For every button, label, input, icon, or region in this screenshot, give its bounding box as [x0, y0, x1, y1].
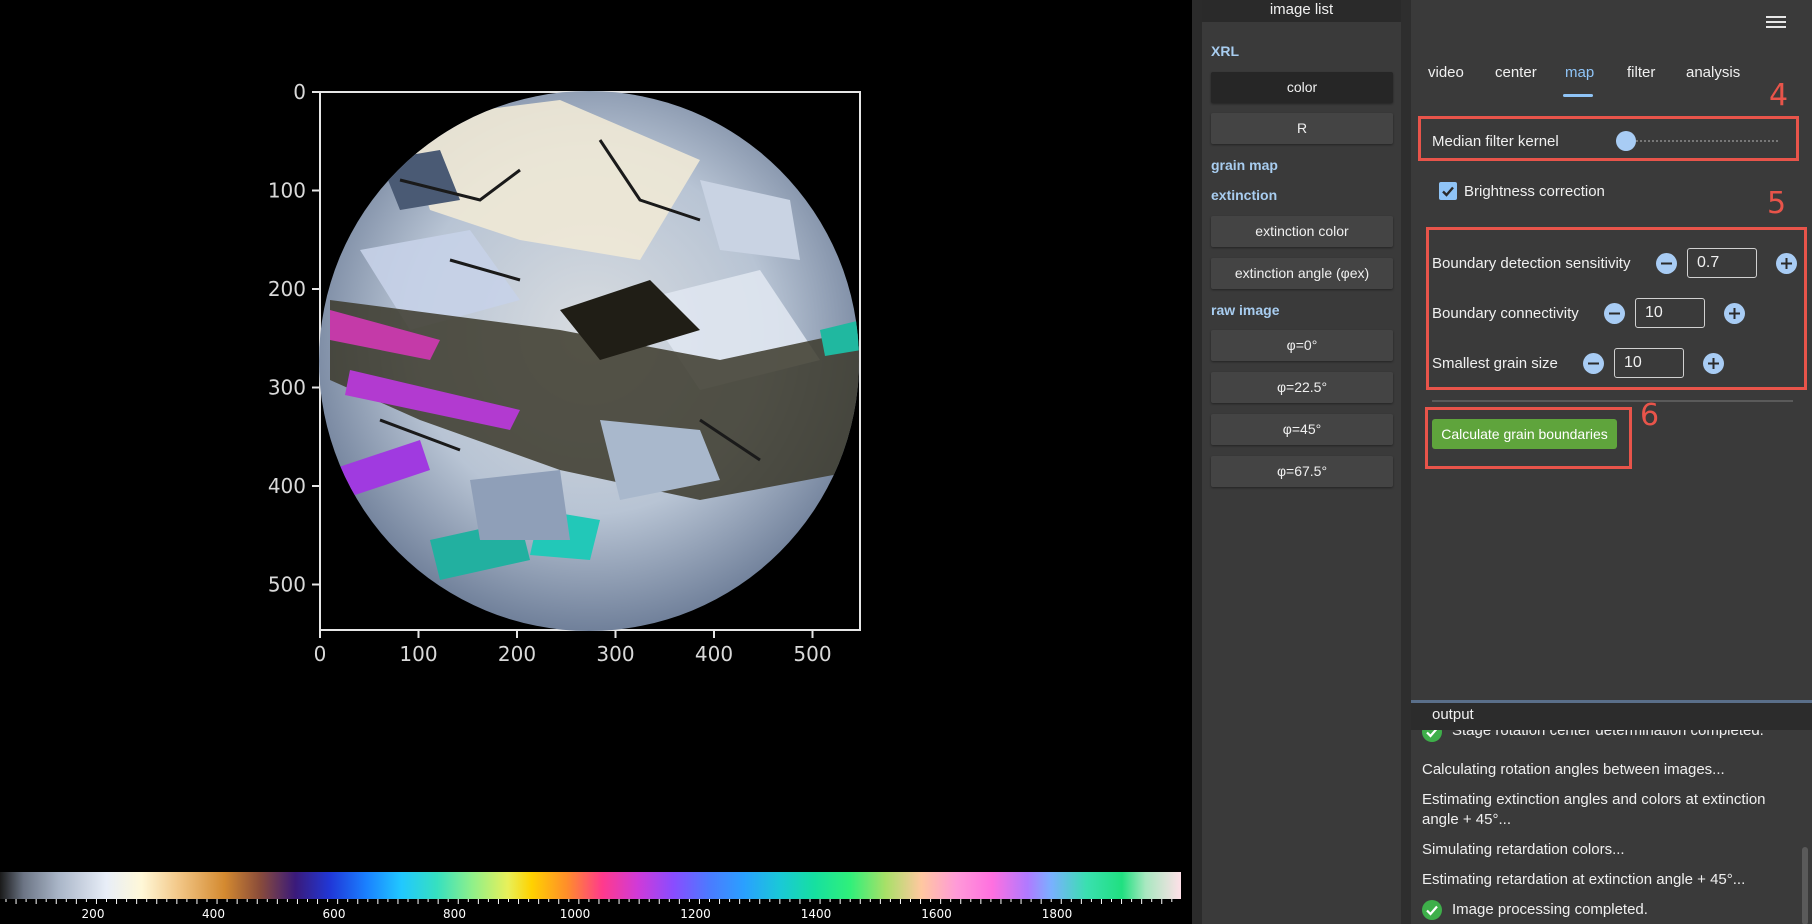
y-tick-label: 100 — [268, 179, 306, 203]
hamburger-menu-icon[interactable] — [1766, 16, 1786, 30]
minus-icon — [1609, 312, 1620, 315]
calculate-grain-boundaries-button[interactable]: Calculate grain boundaries — [1432, 419, 1617, 449]
brightness-correction-checkbox[interactable] — [1439, 182, 1457, 200]
colorbar-tick-label: 600 — [323, 907, 346, 921]
retardation-colorbar — [0, 872, 1181, 899]
list-button-extinction-color[interactable]: extinction color — [1211, 216, 1393, 247]
connectivity-decrement-button[interactable] — [1604, 303, 1625, 324]
image-list-header: image list — [1202, 0, 1401, 22]
median-filter-slider-track[interactable] — [1616, 140, 1778, 142]
y-tick-label: 0 — [293, 80, 306, 104]
y-tick-label: 300 — [268, 376, 306, 400]
tab-bar: video center map filter analysis — [1411, 52, 1812, 97]
group-label-grain-map[interactable]: grain map — [1202, 157, 1278, 173]
log-line: Estimating retardation at extinction ang… — [1422, 871, 1746, 888]
colorbar-tick-label: 1400 — [801, 907, 832, 921]
x-tick-label: 500 — [793, 642, 831, 666]
group-label-extinction: extinction — [1211, 187, 1278, 203]
output-log[interactable]: Stage rotation center determination comp… — [1411, 730, 1796, 924]
sensitivity-label: Boundary detection sensitivity — [1432, 255, 1631, 272]
minus-icon — [1588, 362, 1599, 365]
grain-size-input[interactable]: 10 — [1614, 348, 1684, 378]
tab-map[interactable]: map — [1565, 64, 1594, 81]
checkmark-icon — [1442, 186, 1454, 197]
grain-size-decrement-button[interactable] — [1583, 353, 1604, 374]
section-divider — [1432, 400, 1793, 402]
sensitivity-input[interactable]: 0.7 — [1687, 248, 1757, 278]
x-tick-label: 100 — [399, 642, 437, 666]
log-line: Simulating retardation colors... — [1422, 841, 1625, 858]
list-button-phi-0[interactable]: φ=0° — [1211, 330, 1393, 361]
connectivity-increment-button[interactable] — [1724, 303, 1745, 324]
connectivity-input[interactable]: 10 — [1635, 298, 1705, 328]
x-tick-label: 400 — [695, 642, 733, 666]
output-header: output — [1411, 703, 1812, 730]
x-tick-label: 0 — [314, 642, 327, 666]
colorbar-tick-label: 1200 — [680, 907, 711, 921]
tab-center[interactable]: center — [1495, 64, 1537, 81]
success-check-icon — [1422, 900, 1442, 920]
list-button-phi-45[interactable]: φ=45° — [1211, 414, 1393, 445]
list-button-phi-22-5[interactable]: φ=22.5° — [1211, 372, 1393, 403]
image-list-panel: image list XRL color R grain map extinct… — [1202, 0, 1401, 924]
median-filter-label: Median filter kernel — [1432, 133, 1559, 150]
x-axis: 0 100 200 300 400 500 — [314, 630, 832, 666]
colorbar-tick-label: 1000 — [560, 907, 591, 921]
group-label-raw-image: raw image — [1211, 302, 1280, 318]
grain-size-label: Smallest grain size — [1432, 355, 1558, 372]
log-line: Stage rotation center determination comp… — [1452, 730, 1764, 739]
colorbar-tick-label: 800 — [443, 907, 466, 921]
x-tick-label: 200 — [498, 642, 536, 666]
list-button-extinction-angle[interactable]: extinction angle (φex) — [1211, 258, 1393, 289]
group-label-xrl: XRL — [1211, 43, 1239, 59]
list-button-color[interactable]: color — [1211, 72, 1393, 103]
y-tick-label: 500 — [268, 573, 306, 597]
sensitivity-increment-button[interactable] — [1776, 253, 1797, 274]
colorbar-tick-label: 200 — [82, 907, 105, 921]
minus-icon — [1661, 262, 1672, 265]
viewer-splitter[interactable] — [1192, 0, 1202, 924]
log-line: Image processing completed. — [1452, 901, 1648, 918]
connectivity-label: Boundary connectivity — [1432, 305, 1579, 322]
micrograph-plot: 0 100 200 300 400 500 0 100 200 300 400 500 — [268, 80, 861, 666]
output-scrollbar[interactable] — [1802, 847, 1808, 924]
annotation-number-4: 4 — [1769, 78, 1789, 113]
y-axis: 0 100 200 300 400 500 — [268, 80, 320, 597]
sensitivity-decrement-button[interactable] — [1656, 253, 1677, 274]
colorbar-axis: 200 400 600 800 1000 1200 1400 1600 1800 — [5, 899, 1173, 921]
tab-video[interactable]: video — [1428, 64, 1464, 81]
x-tick-label: 300 — [596, 642, 634, 666]
annotation-number-6: 6 — [1640, 398, 1660, 433]
grain-size-increment-button[interactable] — [1703, 353, 1724, 374]
log-line: Estimating extinction angles and colors … — [1422, 791, 1766, 828]
image-viewer: 0 100 200 300 400 500 0 100 200 300 400 500 200 400… — [0, 0, 1192, 924]
brightness-correction-label: Brightness correction — [1464, 183, 1605, 200]
colorbar-tick-label: 400 — [202, 907, 225, 921]
colorbar-tick-label: 1600 — [921, 907, 952, 921]
median-filter-slider-thumb[interactable] — [1616, 131, 1636, 151]
panel-splitter[interactable] — [1401, 0, 1411, 924]
log-line: Calculating rotation angles between imag… — [1422, 761, 1725, 778]
plus-icon — [1729, 308, 1740, 319]
tab-filter[interactable]: filter — [1627, 64, 1655, 81]
tab-analysis[interactable]: analysis — [1686, 64, 1740, 81]
list-button-r[interactable]: R — [1211, 113, 1393, 144]
active-tab-indicator — [1563, 94, 1593, 97]
y-tick-label: 200 — [268, 277, 306, 301]
thin-section-image — [319, 91, 859, 631]
output-panel: output Stage rotation center determinati… — [1411, 700, 1812, 924]
y-tick-label: 400 — [268, 474, 306, 498]
plus-icon — [1781, 258, 1792, 269]
list-button-phi-67-5[interactable]: φ=67.5° — [1211, 456, 1393, 487]
colorbar-tick-label: 1800 — [1042, 907, 1073, 921]
plus-icon — [1708, 358, 1719, 369]
annotation-number-5: 5 — [1767, 186, 1787, 221]
settings-panel: video center map filter analysis 4 Media… — [1411, 0, 1812, 700]
success-check-icon — [1422, 730, 1442, 742]
